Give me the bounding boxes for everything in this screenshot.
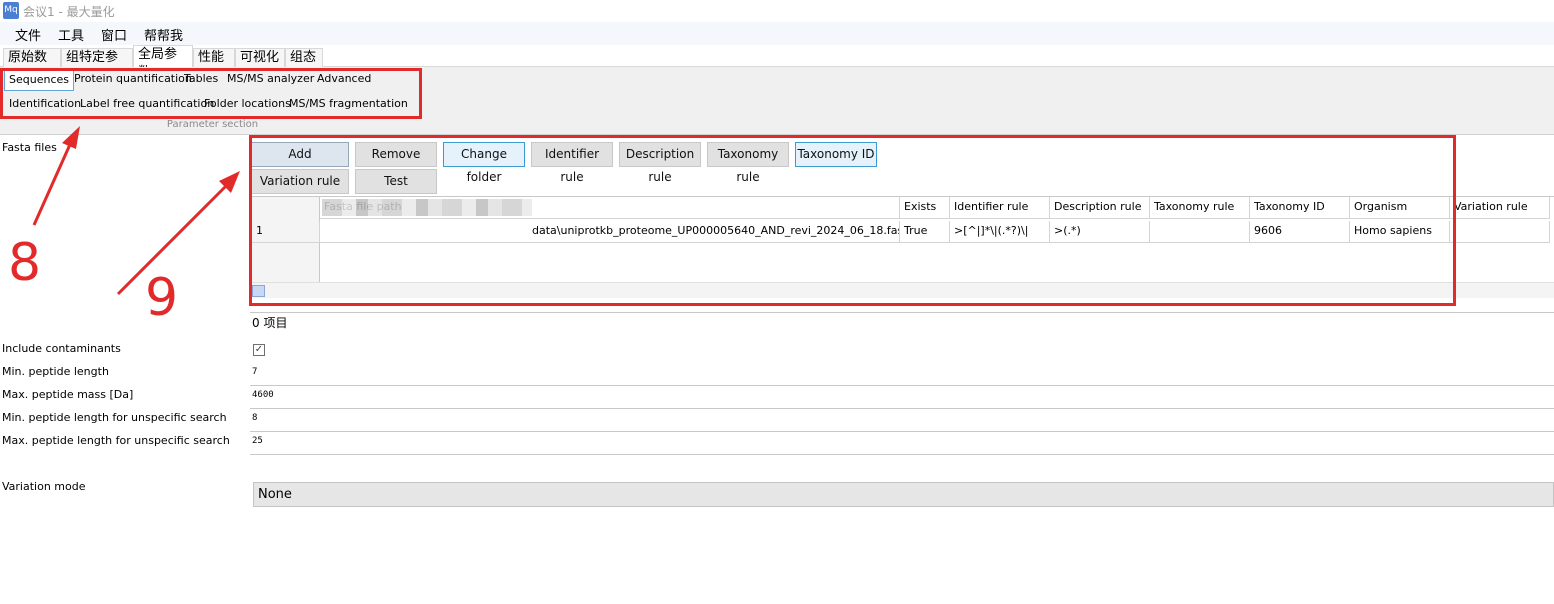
annotation-number-8: 8 (8, 233, 42, 293)
annotation-arrows (32, 126, 240, 296)
arrow-8-line (32, 139, 74, 226)
arrow-8-head (62, 126, 80, 149)
annotation-number-9: 9 (145, 268, 179, 328)
